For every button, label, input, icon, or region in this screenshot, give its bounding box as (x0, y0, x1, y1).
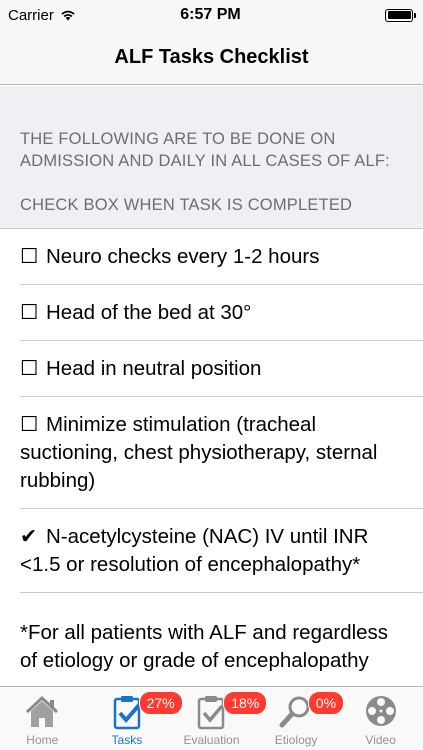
task-text: Head in neutral position (46, 357, 262, 380)
carrier-label: Carrier (8, 6, 54, 24)
checkbox-icon[interactable]: ☐ (20, 411, 46, 439)
footnote-row: *For all patients with ALF and regardles… (0, 593, 423, 686)
tab-label: Tasks (111, 733, 143, 747)
checkbox-icon[interactable]: ☐ (20, 243, 46, 271)
checkmark-icon[interactable]: ✔ (20, 523, 46, 551)
home-icon (26, 695, 59, 727)
status-bar: Carrier 6:57 PM (0, 0, 423, 30)
tab-evaluation[interactable]: 18% Evaluation (169, 687, 268, 750)
section-header: THE FOLLOWING ARE TO BE DONE ON ADMISSIO… (0, 86, 423, 228)
task-row-neuro-checks[interactable]: ☐ Neuro checks every 1-2 hours (0, 229, 423, 285)
page-title: ALF Tasks Checklist (114, 45, 309, 68)
section-check-note: CHECK BOX WHEN TASK IS COMPLETED (20, 196, 353, 214)
task-text: Head of the bed at 30° (46, 301, 252, 324)
task-row-head-of-bed[interactable]: ☐ Head of the bed at 30° (0, 285, 423, 341)
tab-label: Etiology (274, 733, 318, 747)
tab-label: Evaluation (183, 733, 240, 747)
tab-bar: Home 27% Tasks 18% Evaluation 0% Etiolog… (0, 686, 423, 750)
wifi-icon (61, 10, 75, 21)
film-reel-icon (365, 696, 396, 726)
tab-tasks[interactable]: 27% Tasks (85, 687, 183, 750)
task-row-nac[interactable]: ✔ N-acetylcysteine (NAC) IV until INR <1.… (0, 509, 423, 593)
section-instructions: THE FOLLOWING ARE TO BE DONE ON ADMISSIO… (20, 130, 390, 170)
footnote-text: *For all patients with ALF and regardles… (20, 621, 389, 672)
task-row-head-neutral[interactable]: ☐ Head in neutral position (0, 341, 423, 397)
tab-label: Video (365, 733, 396, 747)
task-text: Minimize stimulation (tracheal suctionin… (20, 413, 378, 492)
tab-home[interactable]: Home (0, 687, 85, 750)
status-right (273, 8, 416, 22)
task-row-minimize-stimulation[interactable]: ☐ Minimize stimulation (tracheal suctioni… (0, 397, 423, 509)
battery-level (387, 11, 411, 19)
task-list: ☐ Neuro checks every 1-2 hours ☐ Head of t… (0, 228, 423, 686)
tab-etiology[interactable]: 0% Etiology (254, 687, 345, 750)
task-text: Neuro checks every 1-2 hours (46, 245, 320, 268)
navigation-bar: ALF Tasks Checklist (0, 30, 423, 85)
tab-label: Home (26, 733, 59, 747)
checklist-content[interactable]: THE FOLLOWING ARE TO BE DONE ON ADMISSIO… (0, 86, 423, 686)
tab-video[interactable]: Video (338, 687, 423, 750)
status-time: 6:57 PM (180, 6, 241, 23)
task-text: N-acetylcysteine (NAC) IV until INR <1.5… (20, 525, 369, 576)
checkbox-icon[interactable]: ☐ (20, 299, 46, 327)
checkbox-icon[interactable]: ☐ (20, 355, 46, 383)
status-left: Carrier (8, 7, 148, 24)
battery-icon (385, 8, 416, 22)
